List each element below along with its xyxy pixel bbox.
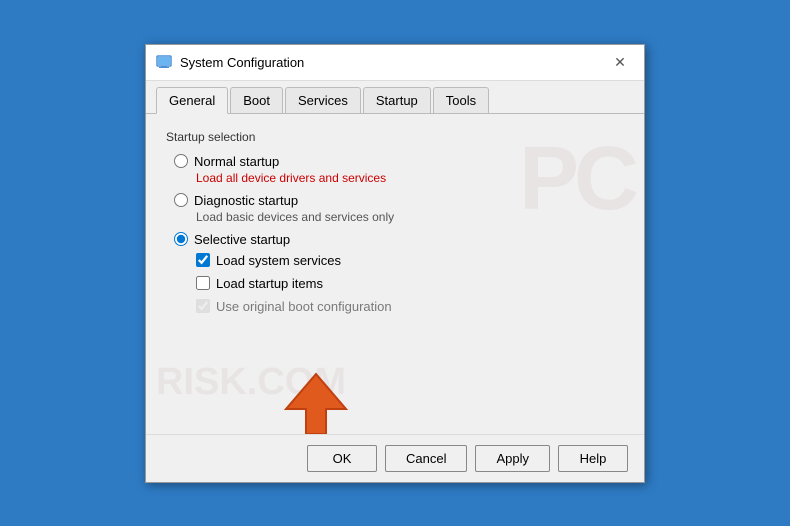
load-startup-items-row: Load startup items <box>196 276 624 291</box>
diagnostic-startup-label: Diagnostic startup <box>194 193 298 208</box>
diagnostic-startup-subtext: Load basic devices and services only <box>174 210 624 224</box>
app-icon <box>156 54 172 70</box>
load-startup-items-label: Load startup items <box>216 276 323 291</box>
startup-options: Normal startup Load all device drivers a… <box>166 154 624 314</box>
title-bar-left: System Configuration <box>156 54 304 70</box>
system-config-dialog: System Configuration ✕ General Boot Serv… <box>145 44 645 483</box>
tab-general[interactable]: General <box>156 87 228 114</box>
original-boot-checkbox <box>196 299 210 313</box>
load-system-services-label: Load system services <box>216 253 341 268</box>
selective-sub-options: Load system services Load startup items … <box>174 253 624 314</box>
load-system-services-checkbox[interactable] <box>196 253 210 267</box>
ok-button[interactable]: OK <box>307 445 377 472</box>
normal-startup-option: Normal startup Load all device drivers a… <box>174 154 624 185</box>
normal-startup-radio[interactable] <box>174 154 188 168</box>
load-system-services-row: Load system services <box>196 253 624 268</box>
title-bar: System Configuration ✕ <box>146 45 644 81</box>
apply-button[interactable]: Apply <box>475 445 550 472</box>
footer: OK Cancel Apply Help <box>146 434 644 482</box>
tab-startup[interactable]: Startup <box>363 87 431 113</box>
title-text: System Configuration <box>180 55 304 70</box>
tab-boot[interactable]: Boot <box>230 87 283 113</box>
tab-services[interactable]: Services <box>285 87 361 113</box>
original-boot-label: Use original boot configuration <box>216 299 392 314</box>
selective-startup-label: Selective startup <box>194 232 290 247</box>
arrow-annotation <box>276 364 356 434</box>
section-label: Startup selection <box>166 130 624 144</box>
selective-startup-option: Selective startup Load system services L… <box>174 232 624 314</box>
load-startup-items-checkbox[interactable] <box>196 276 210 290</box>
selective-startup-radio[interactable] <box>174 232 188 246</box>
normal-startup-label: Normal startup <box>194 154 279 169</box>
watermark-bottom: RISK.COM <box>156 361 346 404</box>
content-area: PC RISK.COM Startup selection Normal sta… <box>146 114 644 434</box>
help-button[interactable]: Help <box>558 445 628 472</box>
diagnostic-startup-radio[interactable] <box>174 193 188 207</box>
cancel-button[interactable]: Cancel <box>385 445 467 472</box>
original-boot-row: Use original boot configuration <box>196 299 624 314</box>
tab-tools[interactable]: Tools <box>433 87 489 113</box>
normal-startup-subtext: Load all device drivers and services <box>174 171 624 185</box>
diagnostic-startup-option: Diagnostic startup Load basic devices an… <box>174 193 624 224</box>
close-button[interactable]: ✕ <box>606 52 634 72</box>
tab-bar: General Boot Services Startup Tools <box>146 81 644 114</box>
